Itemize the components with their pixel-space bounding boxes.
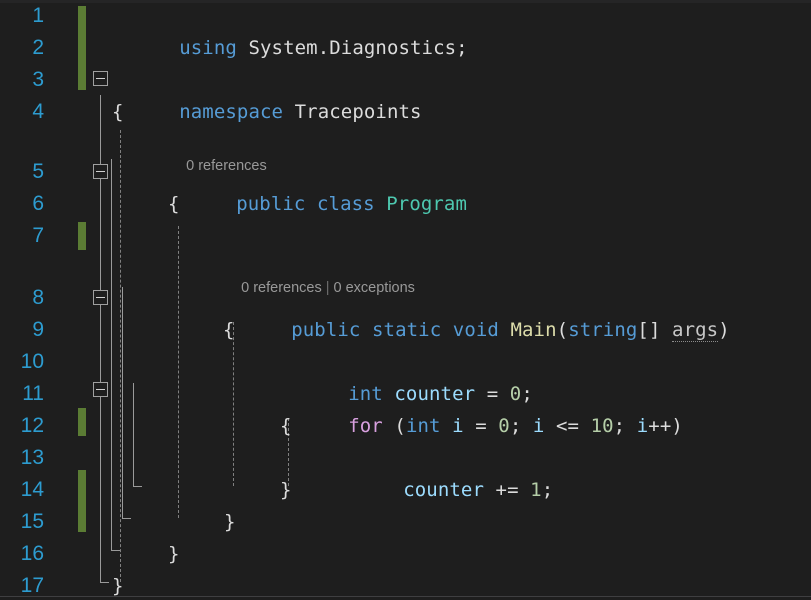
line-number: 13 <box>20 446 44 469</box>
editor-row[interactable]: 12 { <box>0 410 811 442</box>
line-number: 14 <box>20 478 44 501</box>
editor-row[interactable]: 5 public class Program <box>0 156 811 215</box>
code-text-line-3[interactable]: namespace Tracepoints <box>110 64 422 123</box>
line-number: 2 <box>32 36 44 59</box>
editor-row[interactable]: 8 public static void Main(string[] args) <box>0 282 811 342</box>
code-text-line-13[interactable]: counter += 1; <box>334 442 553 501</box>
editor-row[interactable]: 6 { <box>0 188 811 220</box>
line-number: 5 <box>32 160 44 183</box>
editor-row[interactable]: 15 } <box>0 506 811 538</box>
code-text-line-10[interactable]: int counter = 0; <box>279 346 533 405</box>
code-text-line-6[interactable]: { <box>168 188 180 220</box>
line-number: 1 <box>32 4 44 27</box>
editor-row[interactable]: 4 { <box>0 96 811 128</box>
line-number: 8 <box>32 286 44 309</box>
code-text-line-11[interactable]: for (int i = 0; i <= 10; i++) <box>279 378 683 437</box>
line-number: 4 <box>32 100 44 123</box>
line-number: 6 <box>32 192 44 215</box>
code-text-line-14[interactable]: } <box>280 474 292 506</box>
line-number: 10 <box>20 350 44 373</box>
line-number: 9 <box>32 318 44 341</box>
line-number: 15 <box>20 510 44 533</box>
code-text-line-16[interactable]: } <box>168 538 180 570</box>
editor-row[interactable]: 9 { <box>0 314 811 346</box>
editor-bottom-edge <box>0 596 811 600</box>
editor-row[interactable]: 14 } <box>0 474 811 506</box>
code-editor-surface[interactable]: 1 using System.Diagnostics; 2 3 namespac… <box>0 0 811 600</box>
code-text-line-9[interactable]: { <box>223 314 235 346</box>
line-number: 3 <box>32 68 44 91</box>
code-text-line-4[interactable]: { <box>112 96 124 128</box>
editor-row[interactable]: 16 } <box>0 538 811 570</box>
code-text-line-1[interactable]: using System.Diagnostics; <box>110 0 468 59</box>
line-number: 7 <box>32 224 44 247</box>
code-text-line-12[interactable]: { <box>280 410 292 442</box>
line-number: 11 <box>22 382 44 405</box>
editor-row[interactable]: 3 namespace Tracepoints <box>0 64 811 123</box>
codelens-class-program[interactable]: 0 references <box>170 133 267 174</box>
line-number: 16 <box>20 542 44 565</box>
code-text-line-5[interactable]: public class Program <box>167 156 467 215</box>
editor-row[interactable]: 2 <box>0 32 811 64</box>
editor-row[interactable]: 13 counter += 1; <box>0 442 811 501</box>
codelens-method-main[interactable]: 0 references | 0 exceptions <box>225 255 415 296</box>
editor-row[interactable]: 7 <box>0 220 811 252</box>
code-text-line-8[interactable]: public static void Main(string[] args) <box>222 282 730 342</box>
code-text-line-15[interactable]: } <box>224 506 236 538</box>
line-number: 12 <box>20 414 44 437</box>
editor-row[interactable]: 1 using System.Diagnostics; <box>0 0 811 59</box>
editor-row[interactable]: 10 int counter = 0; <box>0 346 811 405</box>
editor-row[interactable]: 11 for (int i = 0; i <= 10; i++) <box>0 378 811 437</box>
